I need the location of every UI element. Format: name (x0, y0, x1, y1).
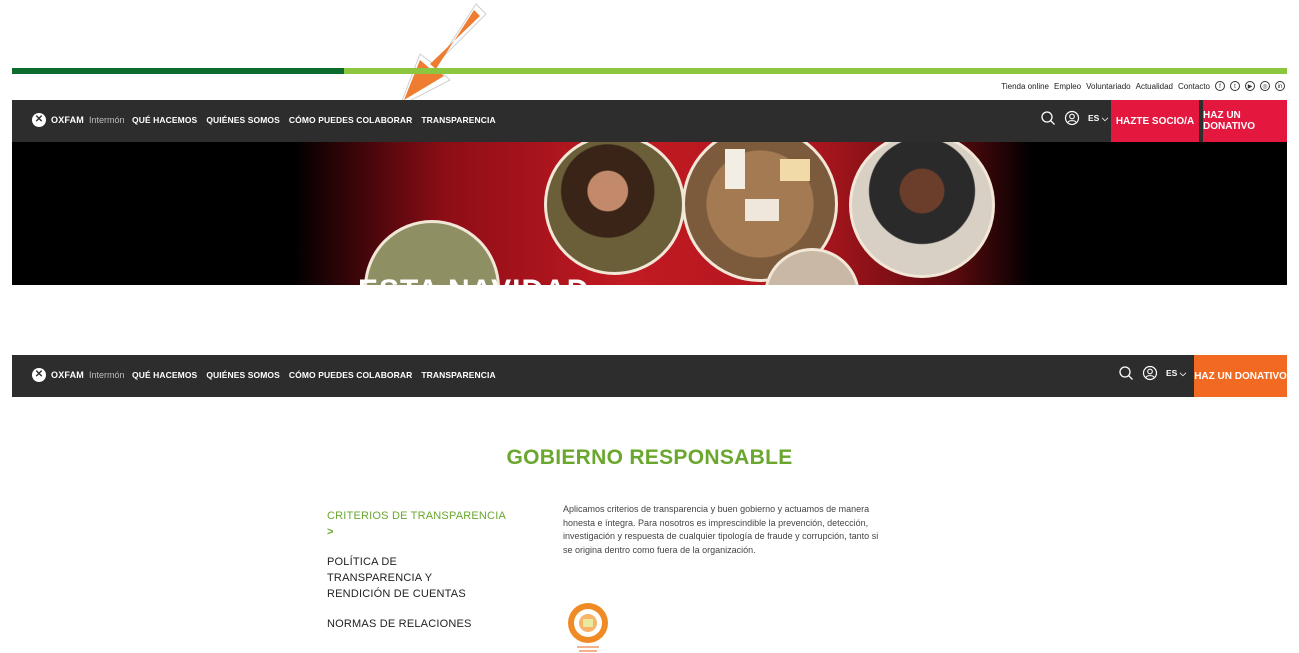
facebook-icon[interactable]: f (1215, 81, 1225, 91)
instagram-icon[interactable]: ◎ (1260, 81, 1270, 91)
hazte-socio-button[interactable]: HAZTE SOCIO/A (1111, 100, 1199, 142)
hero-title: ESTA NAVIDAD (358, 274, 589, 285)
youtube-icon[interactable]: ▶ (1245, 81, 1255, 91)
language-selector[interactable]: ES ⌵ (1166, 368, 1186, 379)
sticky-navbar: ✕ OXFAM Intermón QUÉ HACEMOS QUIÉNES SOM… (12, 355, 1287, 397)
brand-stripe (12, 68, 1287, 74)
page-title: GOBIERNO RESPONSABLE (506, 446, 793, 469)
linkedin-icon[interactable]: in (1275, 81, 1285, 91)
utility-link-empleo[interactable]: Empleo (1054, 82, 1081, 91)
oxfam-logo-icon: ✕ (32, 368, 46, 382)
chevron-right-icon: > (327, 526, 334, 538)
nav-item-transparencia[interactable]: TRANSPARENCIA (421, 370, 495, 380)
nav-item-quienes-somos[interactable]: QUIÉNES SOMOS (206, 370, 280, 380)
user-account-icon[interactable] (1064, 110, 1080, 126)
twitter-icon[interactable]: t (1230, 81, 1240, 91)
nav-tools: ES ⌵ (1040, 110, 1108, 126)
sidenav-item-politica[interactable]: POLÍTICA DE TRANSPARENCIA Y RENDICIÓN DE… (327, 554, 492, 602)
main-navbar: ✕ OXFAM Intermón QUÉ HACEMOS QUIÉNES SOM… (12, 100, 1287, 142)
nav-item-quienes-somos[interactable]: QUIÉNES SOMOS (206, 115, 280, 125)
nav-item-que-hacemos[interactable]: QUÉ HACEMOS (132, 115, 197, 125)
hero-banner[interactable]: ESTA NAVIDAD (12, 142, 1287, 285)
oxfam-logo-icon: ✕ (32, 113, 46, 127)
utility-link-tienda[interactable]: Tienda online (1001, 82, 1049, 91)
utility-link-voluntariado[interactable]: Voluntariado (1086, 82, 1130, 91)
hero-image-woman-eating (544, 142, 685, 275)
nav-item-transparencia[interactable]: TRANSPARENCIA (421, 115, 495, 125)
utility-bar: Tienda online Empleo Voluntariado Actual… (1001, 78, 1285, 94)
nav-item-como-puedes-colaborar[interactable]: CÓMO PUEDES COLABORAR (289, 115, 412, 125)
main-menu: QUÉ HACEMOS QUIÉNES SOMOS CÓMO PUEDES CO… (132, 115, 496, 125)
user-account-icon[interactable] (1142, 365, 1158, 381)
transparency-seal-icon (568, 603, 608, 652)
nav-item-que-hacemos[interactable]: QUÉ HACEMOS (132, 370, 197, 380)
annotation-arrow (399, 3, 487, 108)
sidenav-item-normas[interactable]: NORMAS DE RELACIONES (327, 616, 507, 632)
section-body-text: Aplicamos criterios de transparencia y b… (563, 504, 879, 555)
search-icon[interactable] (1118, 365, 1134, 381)
nav-item-como-puedes-colaborar[interactable]: CÓMO PUEDES COLABORAR (289, 370, 412, 380)
sidenav-item-criterios[interactable]: CRITERIOS DE TRANSPARENCIA > (327, 508, 507, 540)
utility-link-contacto[interactable]: Contacto (1178, 82, 1210, 91)
oxfam-logo[interactable]: ✕ OXFAM Intermón (32, 113, 125, 127)
sticky-nav-tools: ES ⌵ (1118, 365, 1186, 381)
donate-button-sticky[interactable]: HAZ UN DONATIVO (1194, 355, 1287, 397)
hero-image-woman-scarf (849, 142, 995, 278)
search-icon[interactable] (1040, 110, 1056, 126)
sticky-menu: QUÉ HACEMOS QUIÉNES SOMOS CÓMO PUEDES CO… (132, 370, 496, 380)
utility-link-actualidad[interactable]: Actualidad (1136, 82, 1173, 91)
section-sidenav: CRITERIOS DE TRANSPARENCIA > POLÍTICA DE… (327, 508, 507, 646)
donate-button[interactable]: HAZ UN DONATIVO (1203, 100, 1287, 142)
language-selector[interactable]: ES ⌵ (1088, 113, 1108, 124)
oxfam-logo-sticky[interactable]: ✕ OXFAM Intermón (32, 368, 125, 382)
